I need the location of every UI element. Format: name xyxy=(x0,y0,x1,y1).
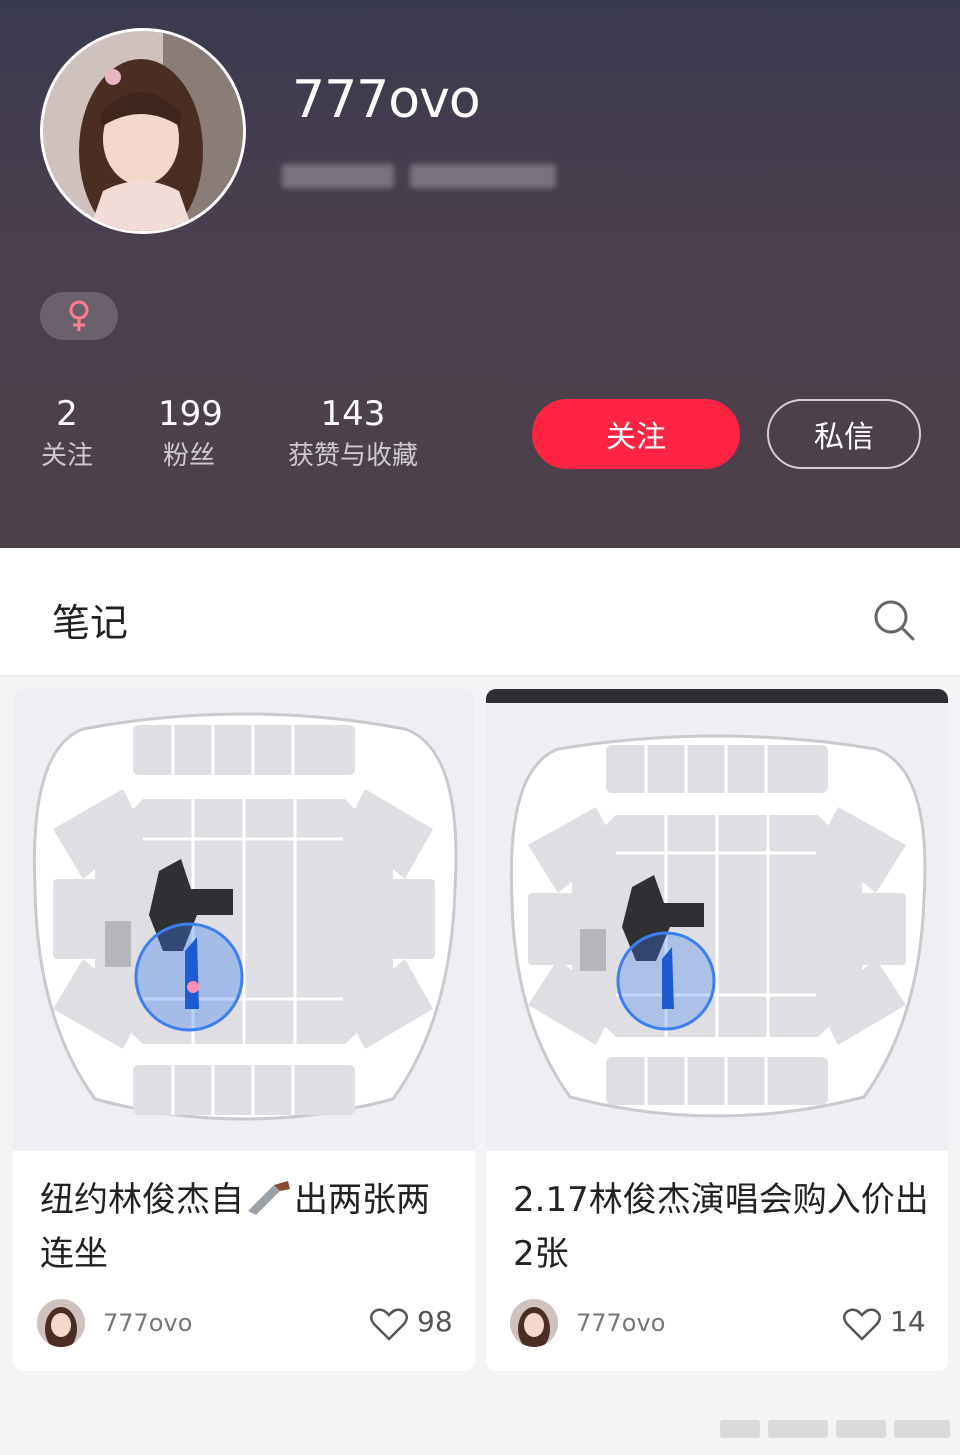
knife-emoji-icon xyxy=(248,1181,290,1215)
note-footer: 777ovo 14 xyxy=(510,1299,930,1347)
follow-button[interactable]: 关注 xyxy=(532,399,740,469)
stat-likes-count: 143 xyxy=(320,394,386,434)
note-cover-image[interactable] xyxy=(13,689,475,1151)
watermark-image xyxy=(720,1420,950,1438)
tab-notes[interactable]: 笔记 xyxy=(52,592,128,647)
heart-icon[interactable] xyxy=(843,1307,881,1341)
heart-icon[interactable] xyxy=(370,1307,408,1341)
message-button[interactable]: 私信 xyxy=(767,399,921,469)
note-cover-image[interactable] xyxy=(486,689,948,1151)
note-footer: 777ovo 98 xyxy=(37,1299,457,1347)
note-title-text: 纽约林俊杰自 xyxy=(40,1180,244,1220)
stat-likes-collects[interactable]: 143 获赞与收藏 xyxy=(284,392,422,476)
stat-followers[interactable]: 199 粉丝 xyxy=(158,392,223,476)
profile-id-blurred xyxy=(282,164,556,188)
profile-avatar[interactable] xyxy=(40,28,246,234)
notes-tab-bar: 笔记 xyxy=(0,548,960,676)
author-name[interactable]: 777ovo xyxy=(103,1309,192,1337)
female-symbol-icon xyxy=(69,300,89,331)
author-avatar[interactable] xyxy=(510,1299,558,1347)
venue-seat-map-image xyxy=(32,712,458,1121)
stat-following[interactable]: 2 关注 xyxy=(40,392,94,476)
like-count: 98 xyxy=(417,1305,453,1338)
profile-username: 777ovo xyxy=(292,70,481,130)
author-avatar[interactable] xyxy=(37,1299,85,1347)
stat-following-count: 2 xyxy=(56,394,78,434)
author-name[interactable]: 777ovo xyxy=(576,1309,665,1337)
note-card[interactable]: 2.17林俊杰演唱会购入价出2张 777ovo 14 xyxy=(486,689,948,1371)
profile-header: 777ovo 2 关注 199 粉丝 143 获赞与收藏 关注 私信 xyxy=(0,0,960,548)
note-card[interactable]: 纽约林俊杰自 出两张两连坐 777ovo 98 xyxy=(13,689,475,1371)
search-icon[interactable] xyxy=(872,598,916,642)
gender-badge xyxy=(40,292,118,340)
stat-followers-count: 199 xyxy=(158,394,223,434)
stat-likes-label: 获赞与收藏 xyxy=(287,441,418,471)
venue-seat-map-image xyxy=(509,734,927,1118)
note-title[interactable]: 纽约林俊杰自 出两张两连坐 xyxy=(40,1173,460,1281)
note-title[interactable]: 2.17林俊杰演唱会购入价出2张 xyxy=(513,1173,933,1281)
stat-followers-label: 粉丝 xyxy=(162,441,215,471)
like-count: 14 xyxy=(890,1305,926,1338)
stat-following-label: 关注 xyxy=(40,441,93,471)
